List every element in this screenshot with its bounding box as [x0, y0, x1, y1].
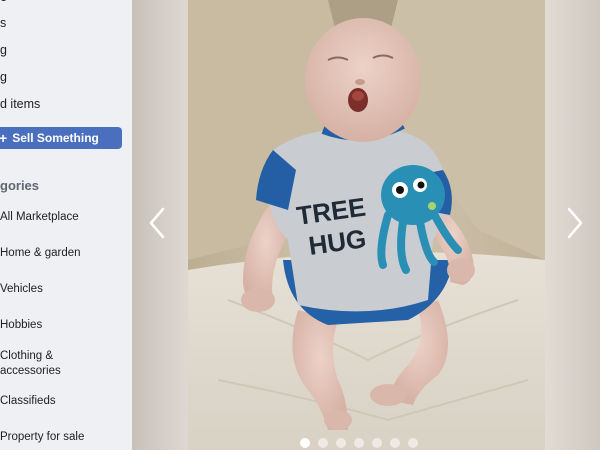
category-property-for-sale[interactable]: Property for sale	[0, 430, 84, 445]
next-photo-button[interactable]	[562, 205, 586, 241]
category-clothing-accessories[interactable]: Clothing & accessories	[0, 349, 61, 379]
reborn-baby-doll-photo: TREE HUG	[188, 0, 545, 450]
sidebar-nav-item-1[interactable]: e	[0, 0, 132, 4]
pagination-dot[interactable]	[354, 438, 364, 448]
sidebar-nav-item-5[interactable]: d items	[0, 97, 132, 111]
pagination-dot[interactable]	[318, 438, 328, 448]
category-all-marketplace[interactable]: All Marketplace	[0, 210, 79, 225]
pagination-dot[interactable]	[336, 438, 346, 448]
category-vehicles[interactable]: Vehicles	[0, 282, 43, 297]
category-hobbies[interactable]: Hobbies	[0, 318, 42, 333]
sell-something-label: Sell Something	[12, 131, 99, 145]
pagination-dot[interactable]	[300, 438, 310, 448]
sidebar-nav-item-2[interactable]: s	[0, 16, 132, 30]
sell-something-button[interactable]: + Sell Something	[0, 127, 122, 149]
chevron-left-icon	[149, 207, 165, 239]
listing-photo[interactable]: TREE HUG	[188, 0, 545, 450]
category-home-garden[interactable]: Home & garden	[0, 246, 81, 261]
pagination-dot[interactable]	[408, 438, 418, 448]
chevron-right-icon	[567, 207, 583, 239]
photo-viewer: TREE HUG	[132, 0, 600, 450]
plus-icon: +	[0, 130, 8, 146]
marketplace-sidebar: e s g g d items + Sell Something gories …	[0, 0, 132, 450]
photo-pagination-dots	[300, 438, 418, 448]
sidebar-nav-item-4[interactable]: g	[0, 70, 132, 84]
category-classifieds[interactable]: Classifieds	[0, 394, 56, 409]
pagination-dot[interactable]	[372, 438, 382, 448]
previous-photo-button[interactable]	[146, 205, 170, 241]
categories-heading: gories	[0, 178, 40, 193]
sidebar-nav-item-3[interactable]: g	[0, 43, 132, 57]
pagination-dot[interactable]	[390, 438, 400, 448]
